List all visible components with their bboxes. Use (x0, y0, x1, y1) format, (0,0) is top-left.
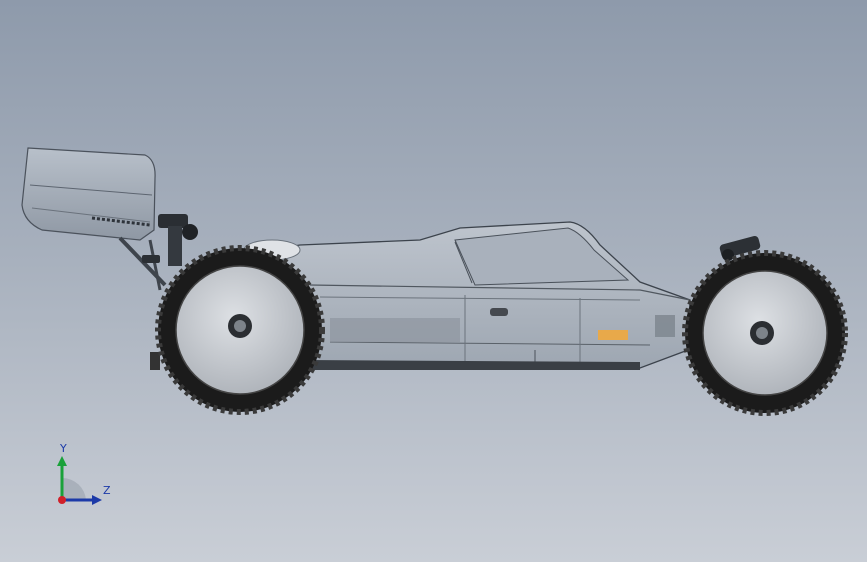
coordinate-triad-icon[interactable]: Y Z (40, 438, 130, 518)
front-wheel (682, 250, 848, 416)
y-axis-label: Y (60, 442, 67, 455)
rc-buggy-model[interactable] (0, 0, 867, 562)
z-axis-label: Z (103, 484, 111, 497)
rear-wing (21, 147, 167, 291)
triad-graphic (57, 456, 102, 505)
cad-viewport[interactable]: Y Z (0, 0, 867, 562)
rear-wheel (155, 245, 325, 415)
